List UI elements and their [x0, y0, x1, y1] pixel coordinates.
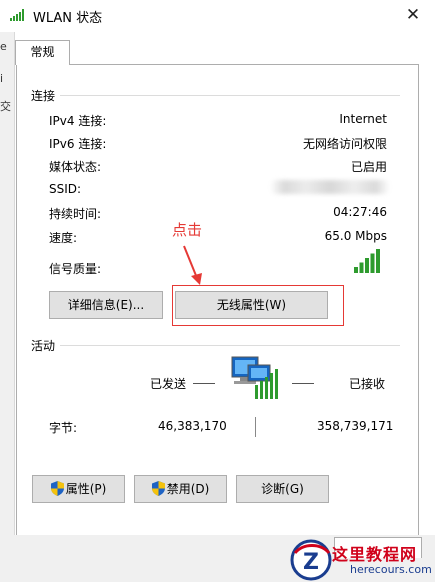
ssid-value-blurred: [270, 180, 390, 194]
activity-group-title: 活动: [31, 337, 60, 354]
received-label: 已接收: [349, 377, 386, 391]
signal-bar: [370, 253, 375, 273]
signal-bar: [365, 258, 369, 273]
ipv6-label: IPv6 连接:: [49, 137, 107, 151]
ipv4-label: IPv4 连接:: [49, 114, 107, 128]
signal-bar: [354, 267, 358, 273]
signal-bar: [359, 262, 364, 273]
sent-label: 已发送: [150, 377, 187, 391]
duration-value: 04:27:46: [333, 205, 387, 219]
ipv4-value: Internet: [339, 112, 387, 126]
uac-shield-icon: [151, 481, 165, 496]
details-button[interactable]: 详细信息(E)...: [49, 291, 163, 319]
properties-button[interactable]: 属性(P): [32, 475, 125, 503]
diagnose-button-label: 诊断(G): [261, 482, 304, 496]
bytes-received-value: 358,739,171: [317, 419, 394, 433]
received-line: [292, 383, 314, 384]
ipv6-value: 无网络访问权限: [302, 137, 387, 151]
bytes-sent-value: 46,383,170: [158, 419, 227, 433]
background-window: [0, 32, 15, 582]
bytes-label: 字节:: [49, 421, 78, 435]
close-icon: ✕: [405, 5, 421, 25]
signal-bar: [376, 249, 380, 273]
background-window-text: e: [0, 40, 7, 53]
ssid-label: SSID:: [49, 182, 82, 196]
annotation-label: 点击: [172, 221, 203, 239]
wifi-signal-icon: [10, 9, 24, 21]
watermark-text-cn: 这里教程网: [332, 545, 418, 564]
network-computers-icon: [231, 356, 278, 399]
watermark-logo-letter: Z: [303, 550, 319, 575]
properties-button-label: 属性(P): [65, 482, 107, 496]
group-divider: [60, 345, 400, 346]
watermark-text-en: herecours.com: [350, 563, 432, 576]
speed-value: 65.0 Mbps: [324, 229, 387, 243]
diagnose-button[interactable]: 诊断(G): [236, 475, 329, 503]
annotation-highlight-box: [172, 285, 344, 326]
disable-button-label: 禁用(D): [166, 482, 210, 496]
watermark-logo-icon: Z: [290, 539, 332, 581]
close-button[interactable]: ✕: [398, 3, 428, 27]
speed-label: 速度:: [49, 231, 78, 245]
media-state-value: 已启用: [350, 160, 387, 174]
annotation-arrow-icon: [183, 245, 202, 285]
background-window-text: 交: [0, 100, 11, 113]
background-window-text: i: [0, 72, 4, 85]
tab-general[interactable]: 常规: [15, 40, 70, 65]
window-title: WLAN 状态: [33, 11, 103, 26]
group-divider: [60, 95, 400, 96]
disable-button[interactable]: 禁用(D): [134, 475, 227, 503]
signal-strength-icon: [354, 249, 380, 273]
duration-label: 持续时间:: [49, 207, 102, 221]
details-button-label: 详细信息(E)...: [67, 298, 145, 312]
media-state-label: 媒体状态:: [49, 160, 102, 174]
bytes-separator: [255, 417, 256, 437]
sent-line: [193, 383, 215, 384]
signal-quality-label: 信号质量:: [49, 262, 102, 276]
connection-group-title: 连接: [31, 87, 60, 104]
uac-shield-icon: [50, 481, 64, 496]
